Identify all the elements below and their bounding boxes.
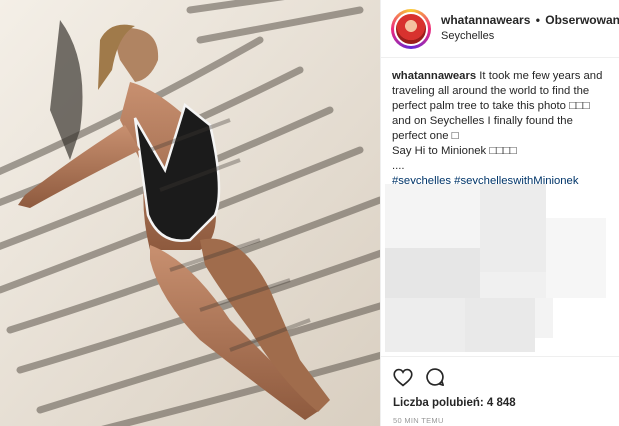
- post-caption: whatannawears It took me few years and t…: [381, 58, 619, 189]
- blur-block: [546, 218, 606, 298]
- beach-photo-image: [0, 0, 380, 426]
- separator-dot: •: [535, 13, 540, 28]
- caption-main: whatannawears It took me few years and t…: [392, 69, 609, 144]
- caption-line-2: Say Hi to Minionek □□□□: [392, 145, 517, 157]
- post-side-panel: whatannawears • Obserwowanie Seychelles …: [380, 0, 619, 426]
- caption-line-3: ....: [392, 160, 405, 172]
- blur-block: [385, 248, 480, 298]
- post-timestamp[interactable]: 50 MIN TEMU: [393, 416, 608, 425]
- likes-count[interactable]: Liczba polubień: 4 848: [393, 397, 608, 409]
- username-link[interactable]: whatannawears: [441, 13, 530, 27]
- avatar[interactable]: [394, 11, 428, 46]
- blur-block: [480, 272, 546, 298]
- comment-icon[interactable]: [425, 367, 445, 387]
- story-ring[interactable]: [391, 8, 431, 49]
- post-photo[interactable]: [0, 0, 380, 426]
- follow-button[interactable]: Obserwowanie: [545, 13, 619, 27]
- post-actions: Liczba polubień: 4 848 50 MIN TEMU: [381, 356, 619, 425]
- caption-username[interactable]: whatannawears: [392, 70, 476, 82]
- header-text: whatannawears • Obserwowanie Seychelles: [441, 13, 619, 44]
- blur-block: [535, 298, 553, 338]
- location-link[interactable]: Seychelles: [441, 30, 619, 44]
- action-icons: [393, 366, 608, 388]
- post-header: whatannawears • Obserwowanie Seychelles: [381, 0, 619, 58]
- heart-icon[interactable]: [393, 368, 413, 387]
- blur-block: [385, 184, 480, 248]
- header-line: whatannawears • Obserwowanie: [441, 13, 619, 28]
- blur-block: [385, 298, 465, 352]
- blurred-comments: [381, 184, 619, 356]
- blur-block: [480, 184, 546, 272]
- blur-block: [465, 298, 535, 352]
